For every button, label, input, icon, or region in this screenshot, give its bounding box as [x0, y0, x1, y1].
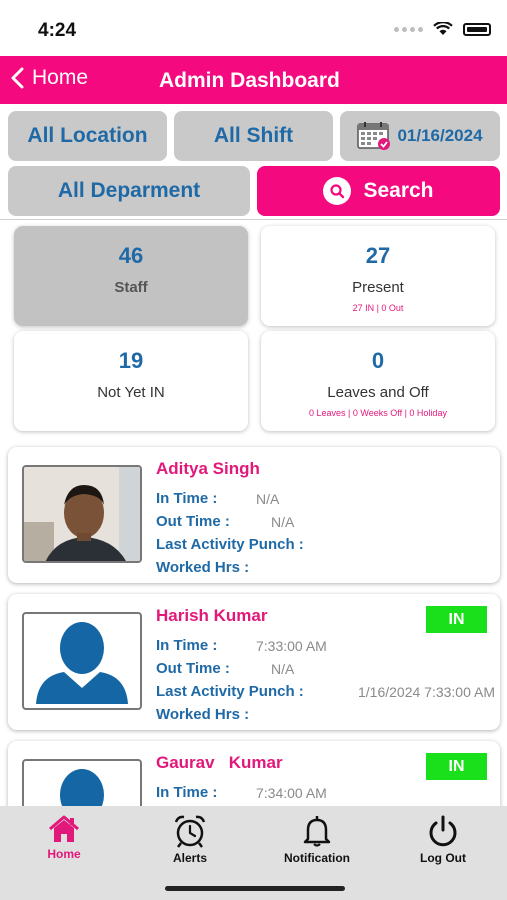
- bell-icon: [303, 816, 331, 847]
- back-label: Home: [32, 66, 89, 89]
- present-breakdown: 27 IN | 0 Out: [352, 303, 404, 313]
- tab-notification-label: Notification: [284, 851, 350, 865]
- alarm-clock-icon: [174, 815, 206, 848]
- employee-name: Gaurav Kumar: [156, 753, 283, 772]
- cellular-signal-icon: [394, 26, 423, 32]
- present-label: Present: [352, 279, 404, 296]
- in-time-label: In Time :: [156, 637, 218, 654]
- in-time-label: In Time :: [156, 784, 218, 801]
- chevron-left-icon: [11, 67, 24, 89]
- employee-photo: [22, 612, 142, 710]
- back-button[interactable]: Home: [10, 66, 88, 90]
- not-yet-in-label: Not Yet IN: [97, 384, 165, 401]
- not-yet-in-count: 19: [118, 348, 144, 373]
- out-time-label: Out Time :: [156, 660, 230, 677]
- shift-filter-button[interactable]: All Shift: [174, 111, 333, 161]
- search-button[interactable]: Search: [257, 166, 500, 216]
- worked-hrs-label: Worked Hrs :: [156, 706, 250, 723]
- department-filter-label: All Deparment: [57, 179, 201, 202]
- search-icon: [323, 177, 352, 205]
- status-icons: [394, 22, 491, 36]
- status-bar: 4:24: [0, 0, 507, 56]
- out-time-value: N/A: [271, 661, 295, 677]
- tab-alerts-label: Alerts: [172, 851, 207, 865]
- date-picker-button[interactable]: 01/16/2024: [340, 111, 500, 161]
- wifi-icon: [433, 22, 453, 35]
- tab-alerts[interactable]: Alerts: [140, 814, 240, 865]
- status-badge: IN: [426, 753, 487, 780]
- calendar-icon: [357, 122, 391, 150]
- search-label: Search: [363, 179, 434, 202]
- employee-name: Aditya Singh: [156, 459, 260, 478]
- last-punch-label: Last Activity Punch :: [156, 683, 304, 700]
- employee-name: Harish Kumar: [156, 606, 268, 625]
- status-time: 4:24: [38, 20, 77, 41]
- staff-stat-card[interactable]: 46 Staff: [14, 226, 248, 326]
- date-label: 01/16/2024: [397, 126, 483, 145]
- employee-card[interactable]: Harish Kumar IN In Time : 7:33:00 AM Out…: [8, 594, 500, 730]
- tab-home[interactable]: Home: [14, 814, 114, 861]
- in-time-label: In Time :: [156, 490, 218, 507]
- in-time-value: N/A: [256, 491, 280, 507]
- in-time-value: 7:33:00 AM: [256, 638, 327, 654]
- avatar-placeholder-icon: [36, 622, 128, 704]
- leaves-count: 0: [371, 348, 385, 373]
- last-punch-label: Last Activity Punch :: [156, 536, 304, 553]
- page-title: Admin Dashboard: [159, 69, 340, 92]
- staff-count: 46: [118, 243, 144, 268]
- status-badge: IN: [426, 606, 487, 633]
- in-time-value: 7:34:00 AM: [256, 785, 327, 801]
- present-count: 27: [365, 243, 391, 268]
- tab-home-label: Home: [47, 847, 81, 861]
- leaves-label: Leaves and Off: [327, 384, 429, 401]
- out-time-label: Out Time :: [156, 513, 230, 530]
- worked-hrs-label: Worked Hrs :: [156, 559, 250, 576]
- tab-logout[interactable]: Log Out: [393, 814, 493, 865]
- staff-label: Staff: [114, 279, 148, 296]
- location-filter-label: All Location: [27, 124, 148, 147]
- tab-notification[interactable]: Notification: [267, 814, 367, 865]
- leaves-breakdown: 0 Leaves | 0 Weeks Off | 0 Holiday: [309, 408, 447, 418]
- battery-icon: [463, 22, 491, 36]
- last-punch-value: 1/16/2024 7:33:00 AM: [358, 684, 495, 700]
- home-icon: [49, 815, 79, 842]
- department-filter-button[interactable]: All Deparment: [8, 166, 250, 216]
- not-yet-in-stat-card[interactable]: 19 Not Yet IN: [14, 331, 248, 431]
- leaves-stat-card[interactable]: 0 Leaves and Off 0 Leaves | 0 Weeks Off …: [261, 331, 495, 431]
- power-icon: [429, 815, 457, 847]
- employee-card[interactable]: Aditya Singh In Time : N/A Out Time : N/…: [8, 447, 500, 583]
- present-stat-card[interactable]: 27 Present 27 IN | 0 Out: [261, 226, 495, 326]
- out-time-value: N/A: [271, 514, 295, 530]
- tab-logout-label: Log Out: [420, 851, 466, 865]
- nav-bar: Home Admin Dashboard: [0, 56, 507, 104]
- home-indicator: [165, 886, 345, 891]
- shift-filter-label: All Shift: [213, 124, 294, 147]
- location-filter-button[interactable]: All Location: [8, 111, 167, 161]
- employee-photo: [22, 465, 142, 563]
- divider: [0, 219, 507, 220]
